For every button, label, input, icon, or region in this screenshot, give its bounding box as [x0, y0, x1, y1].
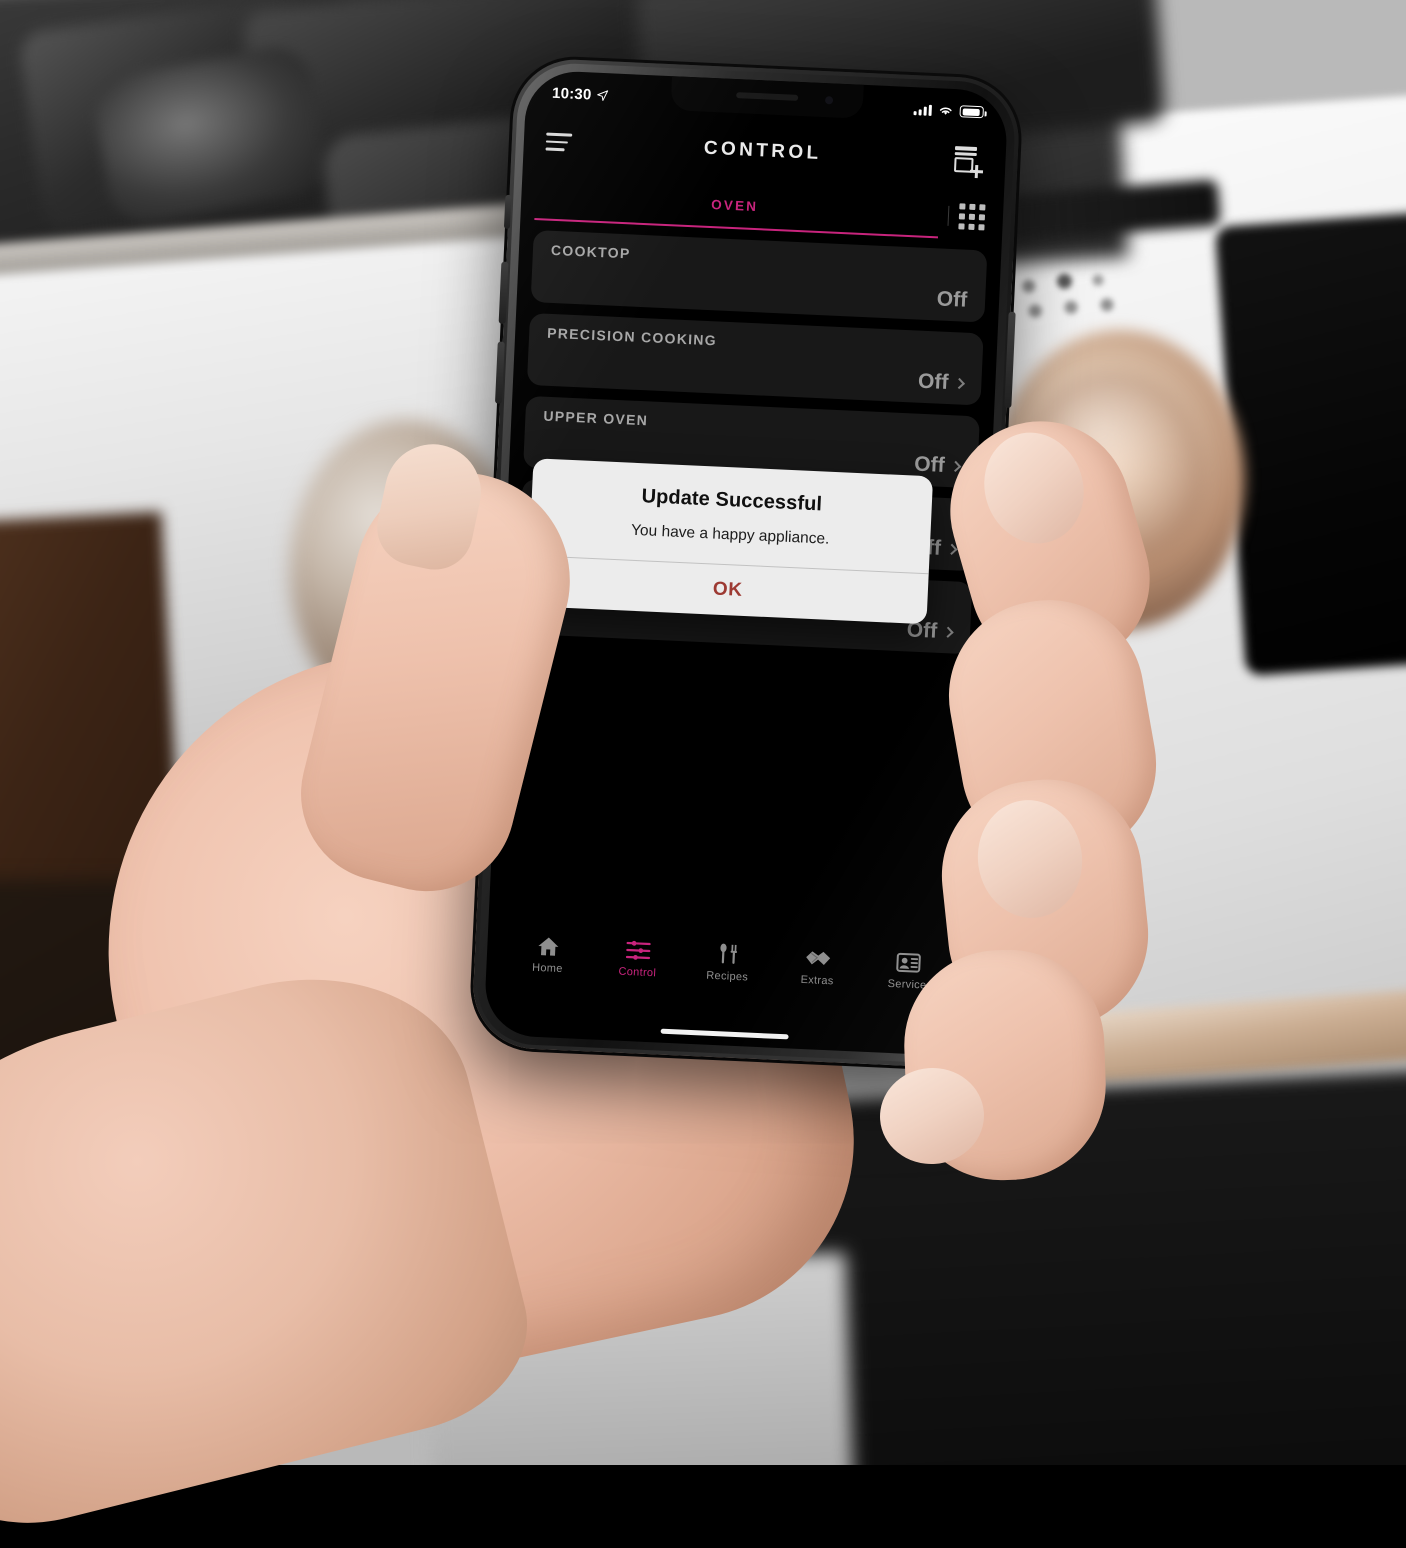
oven-window: [1215, 204, 1406, 676]
volume-up-button[interactable]: [499, 262, 509, 324]
update-successful-dialog: Update Successful You have a happy appli…: [527, 458, 933, 624]
silent-switch[interactable]: [504, 195, 512, 229]
shadow-region-left: [0, 880, 220, 1465]
dialog-message: You have a happy appliance.: [550, 518, 910, 552]
volume-down-button[interactable]: [495, 342, 505, 404]
dialog-body: Update Successful You have a happy appli…: [529, 458, 933, 573]
dialog-title: Update Successful: [551, 481, 912, 520]
lower-highlight: [426, 1253, 855, 1465]
oven-control-dots: [1013, 261, 1137, 329]
